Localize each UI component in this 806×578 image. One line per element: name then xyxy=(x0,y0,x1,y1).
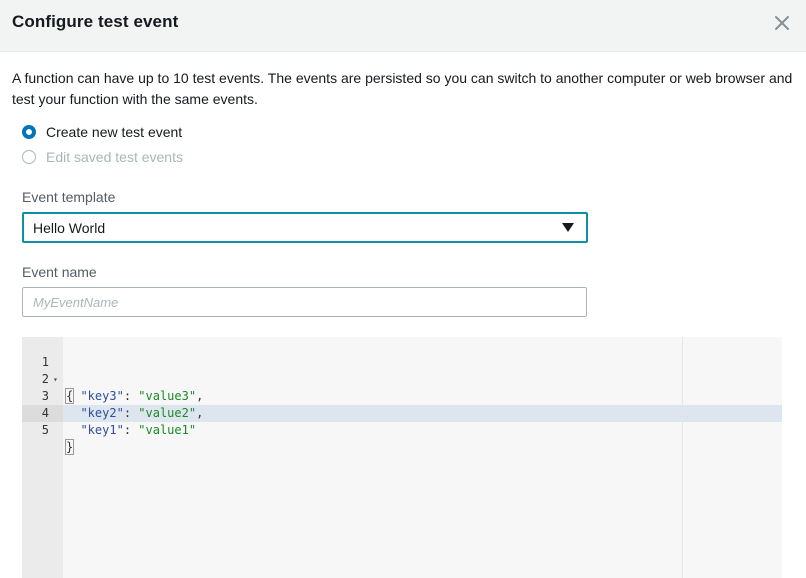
editor-line[interactable]: 1 ▾ { xyxy=(22,337,782,404)
radio-button-unselected[interactable] xyxy=(22,150,36,164)
editor-line[interactable]: 5 } xyxy=(22,405,782,455)
event-template-select[interactable]: Hello World xyxy=(22,212,588,243)
code-text: "key1": "value1" xyxy=(80,423,197,437)
radio-label-create: Create new test event xyxy=(46,124,183,140)
event-template-value: Hello World xyxy=(33,219,106,236)
radio-button-selected[interactable] xyxy=(22,125,36,139)
radio-edit-saved-test-events[interactable]: Edit saved test events xyxy=(22,147,183,167)
radio-label-edit: Edit saved test events xyxy=(46,149,183,165)
caret-down-icon xyxy=(562,223,574,232)
radio-create-new-test-event[interactable]: Create new test event xyxy=(22,122,182,142)
dialog-description: A function can have up to 10 test events… xyxy=(12,70,793,107)
close-brace: } xyxy=(64,439,75,455)
line-number: 5 xyxy=(41,423,49,437)
close-icon[interactable] xyxy=(772,13,792,33)
json-value: "value1" xyxy=(138,423,197,437)
text-cursor xyxy=(73,439,75,453)
event-name-label: Event name xyxy=(22,264,97,280)
editor-line[interactable]: 3 "key2": "value2", xyxy=(22,371,782,420)
event-template-label: Event template xyxy=(22,189,116,205)
editor-line[interactable]: 4 "key1": "value1" xyxy=(22,388,782,437)
event-name-input[interactable] xyxy=(22,287,587,317)
editor-line[interactable]: 2 "key3": "value3", xyxy=(22,354,782,403)
dialog-header: Configure test event xyxy=(0,0,806,52)
code-text: } xyxy=(64,439,75,456)
json-key: "key1" xyxy=(80,423,124,437)
dialog-title: Configure test event xyxy=(12,12,179,31)
code-editor[interactable]: 1 ▾ { 2 "key3": "value3", 3 "key2": "val… xyxy=(22,337,782,578)
